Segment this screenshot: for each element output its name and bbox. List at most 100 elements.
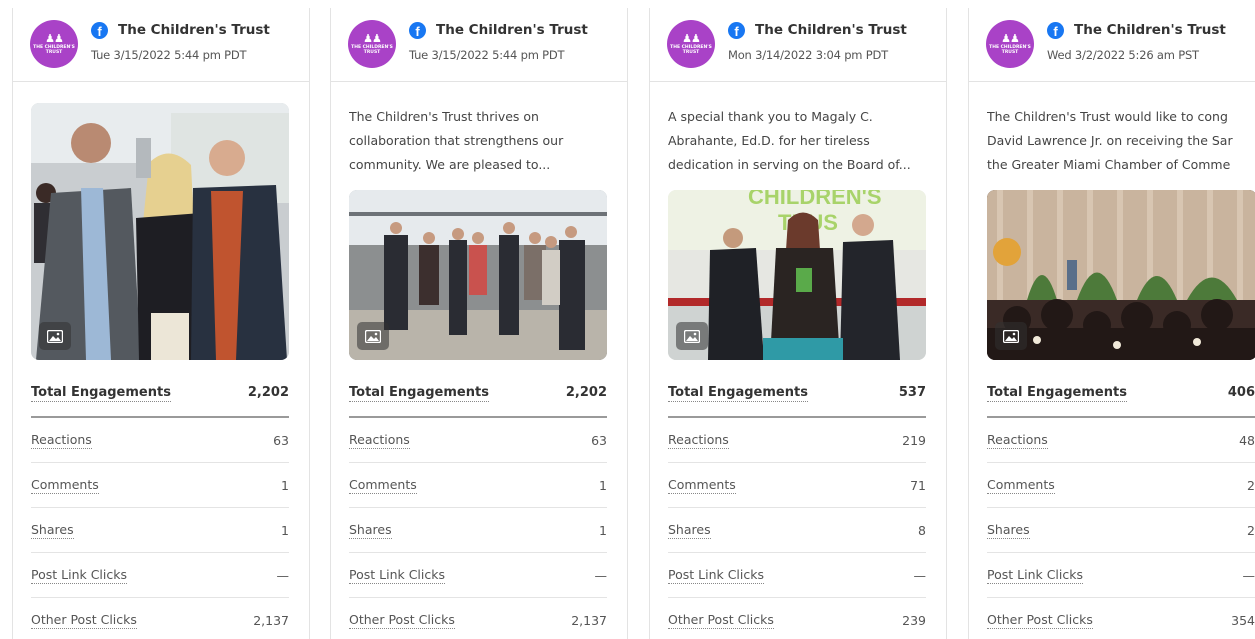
facebook-icon: f [91,22,108,39]
shares-value: 1 [281,522,289,538]
post-text[interactable]: The Children's Trust would like to cong … [987,105,1255,177]
shares-label[interactable]: Shares [987,522,1030,539]
total-engagements-row: Total Engagements 406 [987,379,1255,418]
post-link-clicks-value: — [913,567,927,583]
comments-row: Comments 1 [349,463,607,508]
page-name[interactable]: The Children's Trust [436,22,588,38]
shares-row: Shares 8 [668,508,926,553]
profile-avatar[interactable]: ♟♟ THE CHILDREN'S TRUST [986,20,1034,68]
reactions-label[interactable]: Reactions [349,432,410,449]
other-post-clicks-label[interactable]: Other Post Clicks [349,612,455,629]
total-engagements-row: Total Engagements 537 [668,379,926,418]
shares-row: Shares 1 [349,508,607,553]
post-header: ♟♟ THE CHILDREN'S TRUST f The Children's… [13,8,309,82]
comments-row: Comments 2 [987,463,1255,508]
total-engagements-value: 406 [1227,385,1255,400]
post-link-clicks-value: — [594,567,608,583]
image-icon [39,322,71,350]
reactions-label[interactable]: Reactions [668,432,729,449]
other-post-clicks-value: 2,137 [571,613,607,628]
engagement-metrics: Total Engagements 2,202 Reactions 63 Com… [31,379,289,639]
total-engagements-row: Total Engagements 2,202 [31,379,289,418]
post-link-clicks-row: Post Link Clicks — [31,553,289,598]
comments-row: Comments 71 [668,463,926,508]
facebook-icon: f [1047,22,1064,39]
post-text[interactable]: The Children's Trust thrives on collabor… [349,105,617,177]
page-name[interactable]: The Children's Trust [1074,22,1226,38]
other-post-clicks-row: Other Post Clicks 2,137 [31,598,289,639]
profile-avatar[interactable]: ♟♟ THE CHILDREN'S TRUST [30,20,78,68]
comments-value: 2 [1247,477,1255,493]
reactions-label[interactable]: Reactions [987,432,1048,449]
avatar-logo-text: THE CHILDREN'S TRUST [33,44,75,55]
other-post-clicks-label[interactable]: Other Post Clicks [31,612,137,629]
other-post-clicks-label[interactable]: Other Post Clicks [987,612,1093,629]
total-engagements-value: 2,202 [565,385,607,400]
total-engagements-label[interactable]: Total Engagements [349,385,489,402]
profile-avatar[interactable]: ♟♟ THE CHILDREN'S TRUST [667,20,715,68]
post-text-line: A special thank you to Magaly C. [668,109,873,124]
post-link-clicks-label[interactable]: Post Link Clicks [668,567,764,584]
post-card[interactable]: ♟♟ THE CHILDREN'S TRUST f The Children's… [968,8,1255,639]
shares-label[interactable]: Shares [349,522,392,539]
post-image[interactable] [987,190,1255,360]
post-link-clicks-label[interactable]: Post Link Clicks [349,567,445,584]
reactions-value: 219 [902,432,926,448]
post-card[interactable]: ♟♟ THE CHILDREN'S TRUST f The Children's… [649,8,947,639]
post-date: Tue 3/15/2022 5:44 pm PDT [409,48,565,62]
other-post-clicks-value: 354 [1231,613,1255,628]
page-name[interactable]: The Children's Trust [755,22,907,38]
shares-value: 8 [918,522,926,538]
post-image[interactable] [349,190,607,360]
comments-value: 1 [281,477,289,493]
shares-label[interactable]: Shares [31,522,74,539]
post-text-line: Abrahante, Ed.D. for her tireless [668,133,870,148]
reactions-value: 48 [1239,432,1255,448]
comments-label[interactable]: Comments [31,477,99,494]
post-card[interactable]: ♟♟ THE CHILDREN'S TRUST f The Children's… [12,8,310,639]
engagement-metrics: Total Engagements 406 Reactions 48 Comme… [987,379,1255,639]
comments-label[interactable]: Comments [987,477,1055,494]
comments-label[interactable]: Comments [349,477,417,494]
other-post-clicks-label[interactable]: Other Post Clicks [668,612,774,629]
comments-label[interactable]: Comments [668,477,736,494]
total-engagements-value: 537 [898,385,926,400]
total-engagements-label[interactable]: Total Engagements [31,385,171,402]
post-text-line: collaboration that strengthens our [349,133,564,148]
post-link-clicks-row: Post Link Clicks — [349,553,607,598]
reactions-label[interactable]: Reactions [31,432,92,449]
post-text-line: The Children's Trust would like to cong [987,109,1228,124]
post-link-clicks-label[interactable]: Post Link Clicks [31,567,127,584]
comments-row: Comments 1 [31,463,289,508]
post-link-clicks-value: — [1242,567,1255,583]
shares-row: Shares 1 [31,508,289,553]
avatar-logo-text: THE CHILDREN'S TRUST [670,44,712,55]
post-text-line: the Greater Miami Chamber of Comme [987,157,1231,172]
shares-value: 1 [599,522,607,538]
post-date: Mon 3/14/2022 3:04 pm PDT [728,48,888,62]
post-text-line: David Lawrence Jr. on receiving the Sar [987,133,1233,148]
shares-label[interactable]: Shares [668,522,711,539]
page-name[interactable]: The Children's Trust [118,22,270,38]
avatar-logo-text: THE CHILDREN'S TRUST [351,44,393,55]
image-icon [676,322,708,350]
profile-avatar[interactable]: ♟♟ THE CHILDREN'S TRUST [348,20,396,68]
post-link-clicks-value: — [276,567,290,583]
reactions-row: Reactions 63 [31,418,289,463]
other-post-clicks-row: Other Post Clicks 239 [668,598,926,639]
total-engagements-label[interactable]: Total Engagements [668,385,808,402]
image-icon [357,322,389,350]
post-text[interactable]: A special thank you to Magaly C. Abrahan… [668,105,936,177]
post-image[interactable] [31,103,289,360]
post-image[interactable]: CHILDREN'S TRUS [668,190,926,360]
reactions-row: Reactions 48 [987,418,1255,463]
post-link-clicks-row: Post Link Clicks — [987,553,1255,598]
total-engagements-label[interactable]: Total Engagements [987,385,1127,402]
post-header: ♟♟ THE CHILDREN'S TRUST f The Children's… [331,8,627,82]
post-card[interactable]: ♟♟ THE CHILDREN'S TRUST f The Children's… [330,8,628,639]
post-text-line: community. We are pleased to... [349,157,551,172]
reactions-row: Reactions 63 [349,418,607,463]
post-link-clicks-label[interactable]: Post Link Clicks [987,567,1083,584]
shares-row: Shares 2 [987,508,1255,553]
total-engagements-row: Total Engagements 2,202 [349,379,607,418]
